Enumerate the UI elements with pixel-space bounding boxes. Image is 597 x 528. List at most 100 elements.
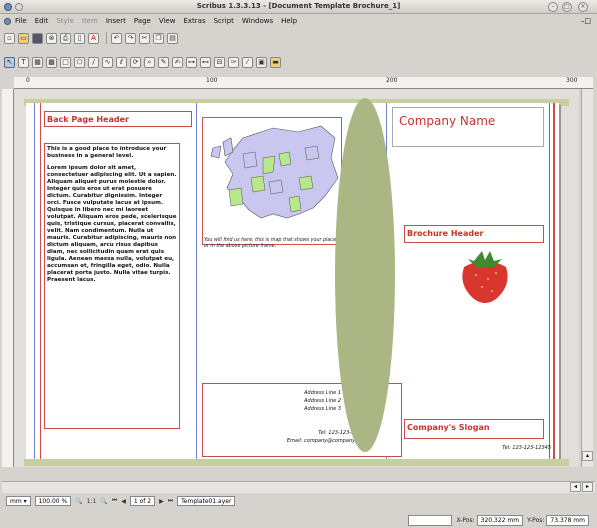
first-page-icon[interactable]: ⏮ xyxy=(112,497,117,505)
toolbar-separator xyxy=(106,32,107,44)
xpos-value: 320.322 mm xyxy=(476,514,524,526)
export-pdf-icon[interactable]: A xyxy=(88,32,99,44)
close-icon[interactable]: × xyxy=(578,2,588,12)
bezier-icon[interactable]: ∿ xyxy=(102,56,113,68)
bleed-guide xyxy=(553,103,555,463)
view-bar: mm ▾ 100.00 % 🔍 1:1 🔍 ⏮ ◀ 1 of 2 ▶ ⏭ Tem… xyxy=(0,494,597,508)
doc-icon xyxy=(4,17,11,25)
text-frame-icon[interactable]: T xyxy=(18,56,29,68)
cut-icon[interactable]: ✂ xyxy=(139,32,150,44)
body-text: Lorem ipsum dolor sit amet, consectetuer… xyxy=(47,165,177,283)
menu-item[interactable]: Item xyxy=(82,17,98,25)
menu-windows[interactable]: Windows xyxy=(242,17,273,25)
copy-properties-icon[interactable]: ✑ xyxy=(228,56,239,68)
back-page-header[interactable]: Back Page Header xyxy=(44,111,192,127)
zoom-field[interactable]: 100.00 % xyxy=(34,496,72,506)
column-guide xyxy=(40,103,41,463)
next-page-icon[interactable]: ▶ xyxy=(159,498,164,505)
freehand-icon[interactable]: ℓ xyxy=(116,56,127,68)
previous-page-icon[interactable]: ◀ xyxy=(121,498,126,505)
zoom-ratio[interactable]: 1:1 xyxy=(87,498,97,505)
page-selector[interactable]: 1 of 2 xyxy=(129,496,156,506)
close-document-icon[interactable]: ⊗ xyxy=(46,32,57,44)
unit-select[interactable]: mm ▾ xyxy=(6,496,31,506)
maximize-icon[interactable]: □ xyxy=(562,2,572,12)
scroll-up-icon[interactable]: ▴ xyxy=(582,451,593,461)
mdi-controls-icon[interactable]: –□ xyxy=(581,17,591,25)
zoom-out-icon[interactable]: 🔍 xyxy=(75,498,82,505)
brochure-header[interactable]: Brochure Header xyxy=(404,225,544,243)
select-tool-icon[interactable]: ↖ xyxy=(4,56,15,68)
selected-ellipse-shape[interactable] xyxy=(335,98,395,452)
xpos-label: X-Pos: xyxy=(456,516,475,524)
pdf-annotation-icon[interactable]: ▬ xyxy=(270,56,281,68)
column-guide xyxy=(196,103,197,463)
save-icon[interactable] xyxy=(32,32,43,44)
tel-right-text: Tel: 123-123-12345 xyxy=(502,445,551,451)
scroll-left-icon[interactable]: ◂ xyxy=(570,482,581,492)
print-icon[interactable]: ⎙ xyxy=(60,32,71,44)
eyedropper-icon[interactable]: ⁄ xyxy=(242,56,253,68)
horizontal-scrollbar[interactable]: ◂ ▸ xyxy=(2,481,595,493)
menu-view[interactable]: View xyxy=(159,17,176,25)
map-image-frame[interactable]: You will find us here: this is map that … xyxy=(202,117,342,249)
unlink-frames-icon[interactable]: ⊷ xyxy=(200,56,211,68)
ypos-value: 73.378 mm xyxy=(546,514,589,526)
menu-bar: File Edit Style Item Insert Page View Ex… xyxy=(0,14,597,28)
document-canvas[interactable]: Back Page Header This is a good place to… xyxy=(14,89,579,467)
edit-text-icon[interactable]: ✎ xyxy=(158,56,169,68)
image-frame-icon[interactable]: ▦ xyxy=(32,56,43,68)
copy-icon[interactable]: ❐ xyxy=(153,32,164,44)
measure-icon[interactable]: ⊟ xyxy=(214,56,225,68)
menu-file[interactable]: File xyxy=(15,17,27,25)
vertical-ruler xyxy=(2,89,14,467)
ruler-mark-0: 0 xyxy=(26,77,30,84)
company-slogan[interactable]: Company's Slogan xyxy=(404,419,544,439)
file-toolbar: ▫ ▭ ⊗ ⎙ ▯ A ↶ ↷ ✂ ❐ ▤ xyxy=(0,30,597,46)
address-line-3: Address Line 3 xyxy=(304,406,341,412)
ruler-mark-300: 300 xyxy=(566,77,578,84)
open-folder-icon[interactable]: ▭ xyxy=(18,32,29,44)
company-name[interactable]: Company Name xyxy=(392,107,544,147)
vertical-scrollbar[interactable]: ▴ ▾ xyxy=(581,89,593,467)
new-document-icon[interactable]: ▫ xyxy=(4,32,15,44)
last-page-icon[interactable]: ⏭ xyxy=(168,497,173,505)
scroll-right-icon[interactable]: ▸ xyxy=(582,482,593,492)
ypos-label: Y-Pos: xyxy=(527,516,545,524)
shape-icon[interactable]: □ xyxy=(60,56,71,68)
zoom-icon[interactable]: ⌕ xyxy=(144,56,155,68)
line-icon[interactable]: / xyxy=(88,56,99,68)
column-guide xyxy=(549,103,550,463)
intro-text: This is a good place to introduce your b… xyxy=(47,146,167,159)
menu-insert[interactable]: Insert xyxy=(106,17,126,25)
window-title: Scribus 1.3.3.13 - [Document Template Br… xyxy=(196,2,401,10)
polygon-icon[interactable]: ⬠ xyxy=(74,56,85,68)
layer-selector[interactable]: Template01.ayer xyxy=(177,496,236,506)
link-frames-icon[interactable]: ⊶ xyxy=(186,56,197,68)
map-caption: You will find us here: this is map that … xyxy=(204,238,336,249)
strawberry-image[interactable] xyxy=(456,249,514,307)
minimize-icon[interactable]: – xyxy=(548,2,558,12)
paste-icon[interactable]: ▤ xyxy=(167,32,178,44)
body-text-frame[interactable]: This is a good place to introduce your b… xyxy=(44,143,180,429)
menu-help[interactable]: Help xyxy=(281,17,297,25)
horizontal-ruler: 0 100 200 300 xyxy=(14,77,593,89)
redo-icon[interactable]: ↷ xyxy=(125,32,136,44)
story-editor-icon[interactable]: ✍ xyxy=(172,56,183,68)
zoom-in-icon[interactable]: 🔍 xyxy=(100,498,107,505)
rotate-icon[interactable]: ⟳ xyxy=(130,56,141,68)
menu-edit[interactable]: Edit xyxy=(35,17,49,25)
render-frame-icon[interactable]: ▩ xyxy=(46,56,57,68)
menu-style[interactable]: Style xyxy=(56,17,74,25)
pdf-tools-icon[interactable]: ▣ xyxy=(256,56,267,68)
menu-extras[interactable]: Extras xyxy=(183,17,205,25)
menu-page[interactable]: Page xyxy=(134,17,151,25)
tools-toolbar: ↖ T ▦ ▩ □ ⬠ / ∿ ℓ ⟳ ⌕ ✎ ✍ ⊶ ⊷ ⊟ ✑ ⁄ ▣ ▬ xyxy=(0,54,597,70)
status-bar: X-Pos: 320.322 mm Y-Pos: 73.378 mm xyxy=(0,512,597,528)
address-line-1: Address Line 1 xyxy=(304,390,341,396)
undo-icon[interactable]: ↶ xyxy=(111,32,122,44)
document-page[interactable]: Back Page Header This is a good place to… xyxy=(26,103,559,463)
menu-script[interactable]: Script xyxy=(214,17,234,25)
scribus-window: Scribus 1.3.3.13 - [Document Template Br… xyxy=(0,0,597,528)
preflight-icon[interactable]: ▯ xyxy=(74,32,85,44)
